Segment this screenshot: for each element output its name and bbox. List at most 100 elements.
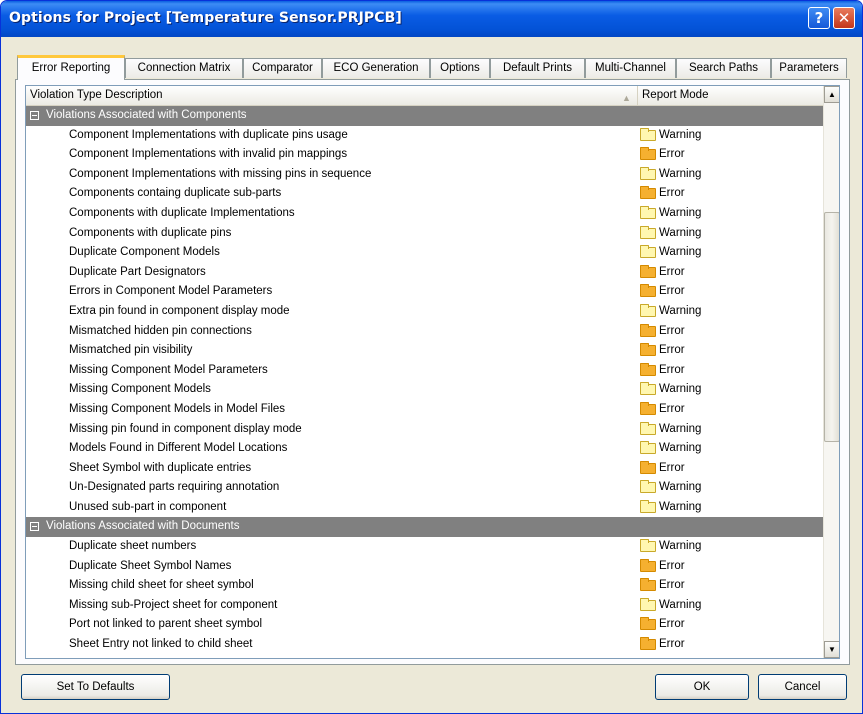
error-folder-icon <box>640 578 656 592</box>
violation-description: Un-Designated parts requiring annotation <box>69 481 280 494</box>
tab-default-prints[interactable]: Default Prints <box>490 58 585 78</box>
violation-description: Duplicate Sheet Symbol Names <box>69 559 232 572</box>
group-label: Violations Associated with Documents <box>46 520 240 533</box>
violation-description: Errors in Component Model Parameters <box>69 285 273 298</box>
table-row[interactable]: Extra pin found in component display mod… <box>26 302 823 322</box>
ok-button[interactable]: OK <box>655 674 749 700</box>
violation-description: Duplicate Component Models <box>69 246 220 259</box>
group-label: Violations Associated with Components <box>46 109 247 121</box>
table-row[interactable]: Missing Component Models in Model Files E… <box>26 400 823 420</box>
column-header-description[interactable]: Violation Type Description ▲ <box>26 86 638 105</box>
tab-error-reporting[interactable]: Error Reporting <box>17 55 125 80</box>
tab-comparator[interactable]: Comparator <box>243 58 322 78</box>
table-row[interactable]: Unused sub-part in component Warning <box>26 498 823 518</box>
close-button[interactable]: ✕ <box>833 7 855 29</box>
table-row[interactable]: Components containg duplicate sub-parts E… <box>26 184 823 204</box>
report-mode-value: Warning <box>659 304 702 317</box>
report-mode-value: Error <box>659 285 685 298</box>
column-header-report-mode[interactable]: Report Mode <box>638 86 823 105</box>
violation-description: Missing pin found in component display m… <box>69 422 302 435</box>
cancel-button[interactable]: Cancel <box>758 674 847 700</box>
tab-connection-matrix[interactable]: Connection Matrix <box>125 58 243 78</box>
table-row[interactable]: Sheet Symbol with duplicate entries Error <box>26 459 823 479</box>
table-row[interactable]: Missing pin found in component display m… <box>26 420 823 440</box>
report-mode-value: Warning <box>659 383 702 396</box>
violation-description: Missing sub-Project sheet for component <box>69 598 278 611</box>
report-mode-value: Warning <box>659 167 702 180</box>
table-row[interactable]: Missing Component Models Warning <box>26 380 823 400</box>
report-mode-value: Warning <box>659 246 702 259</box>
list-rows: Violations Associated with Components Com… <box>26 106 823 655</box>
scroll-down-arrow-icon[interactable]: ▼ <box>824 641 839 658</box>
warning-folder-icon <box>640 421 656 435</box>
report-mode-value: Error <box>659 363 685 376</box>
table-row[interactable]: Mismatched pin visibility Error <box>26 341 823 361</box>
table-row[interactable]: Missing sub-Project sheet for component W… <box>26 596 823 616</box>
error-folder-icon <box>640 264 656 278</box>
warning-folder-icon <box>640 303 656 317</box>
table-row[interactable]: Components with duplicate pins Warning <box>26 224 823 244</box>
scroll-up-arrow-icon[interactable]: ▲ <box>824 86 839 103</box>
tab-strip: Error Reporting Connection Matrix Compar… <box>17 55 847 80</box>
title-bar[interactable]: Options for Project [Temperature Sensor.… <box>1 1 862 37</box>
error-folder-icon <box>640 186 656 200</box>
report-mode-value: Error <box>659 461 685 474</box>
warning-folder-icon <box>640 166 656 180</box>
error-folder-icon <box>640 617 656 631</box>
warning-folder-icon <box>640 225 656 239</box>
violation-description: Models Found in Different Model Location… <box>69 442 288 455</box>
violation-description: Sheet Entry not linked to child sheet <box>69 638 253 651</box>
warning-folder-icon <box>640 499 656 513</box>
violation-description: Missing Component Models <box>69 383 211 396</box>
table-row[interactable]: Components with duplicate Implementation… <box>26 204 823 224</box>
violation-description: Component Implementations with invalid p… <box>69 148 348 161</box>
table-row[interactable]: Missing child sheet for sheet symbol Erro… <box>26 576 823 596</box>
table-row[interactable]: Component Implementations with invalid p… <box>26 145 823 165</box>
tab-parameters[interactable]: Parameters <box>771 58 847 78</box>
table-row[interactable]: Models Found in Different Model Location… <box>26 439 823 459</box>
table-row[interactable]: Duplicate Sheet Symbol Names Error <box>26 557 823 577</box>
table-row[interactable]: Port not linked to parent sheet symbol Er… <box>26 615 823 635</box>
error-folder-icon <box>640 323 656 337</box>
table-row[interactable]: Component Implementations with missing p… <box>26 165 823 185</box>
tab-multi-channel[interactable]: Multi-Channel <box>585 58 676 78</box>
help-button[interactable]: ? <box>808 7 830 29</box>
tab-options[interactable]: Options <box>430 58 490 78</box>
scrollbar-thumb[interactable] <box>824 212 839 442</box>
table-row[interactable]: Duplicate Component Models Warning <box>26 243 823 263</box>
violation-description: Components with duplicate pins <box>69 226 232 239</box>
table-row[interactable]: Errors in Component Model Parameters Erro… <box>26 282 823 302</box>
report-mode-value: Error <box>659 559 685 572</box>
list-header: Violation Type Description ▲ Report Mode <box>26 86 823 106</box>
error-folder-icon <box>640 343 656 357</box>
table-row[interactable]: Mismatched hidden pin connections Error <box>26 322 823 342</box>
table-row[interactable]: Duplicate Part Designators Error <box>26 263 823 283</box>
violation-list[interactable]: Violation Type Description ▲ Report Mode… <box>25 85 840 659</box>
report-mode-value: Warning <box>659 128 702 141</box>
warning-folder-icon <box>640 382 656 396</box>
table-row[interactable]: Duplicate sheet numbers Warning <box>26 537 823 557</box>
table-row[interactable]: Un-Designated parts requiring annotation… <box>26 478 823 498</box>
table-row[interactable]: Component Implementations with duplicate… <box>26 126 823 146</box>
error-folder-icon <box>640 147 656 161</box>
report-mode-value: Warning <box>659 206 702 219</box>
group-row[interactable]: Violations Associated with Documents <box>26 517 823 538</box>
report-mode-value: Error <box>659 187 685 200</box>
violation-description: Missing Component Model Parameters <box>69 363 268 376</box>
window-title: Options for Project [Temperature Sensor.… <box>9 10 402 26</box>
report-mode-value: Error <box>659 618 685 631</box>
tab-search-paths[interactable]: Search Paths <box>676 58 771 78</box>
violation-description: Unused sub-part in component <box>69 500 227 513</box>
table-row[interactable]: Missing Component Model Parameters Error <box>26 361 823 381</box>
column-header-description-label: Violation Type Description <box>30 89 163 101</box>
collapse-icon[interactable] <box>30 522 39 532</box>
tab-eco-generation[interactable]: ECO Generation <box>322 58 430 78</box>
table-row[interactable]: Sheet Entry not linked to child sheet Err… <box>26 635 823 655</box>
report-mode-value: Error <box>659 265 685 278</box>
violation-description: Port not linked to parent sheet symbol <box>69 618 263 631</box>
collapse-icon[interactable] <box>30 111 39 120</box>
report-mode-value: Warning <box>659 500 702 513</box>
vertical-scrollbar[interactable]: ▲ ▼ <box>823 86 839 658</box>
set-to-defaults-button[interactable]: Set To Defaults <box>21 674 170 700</box>
group-row[interactable]: Violations Associated with Components <box>26 106 823 126</box>
